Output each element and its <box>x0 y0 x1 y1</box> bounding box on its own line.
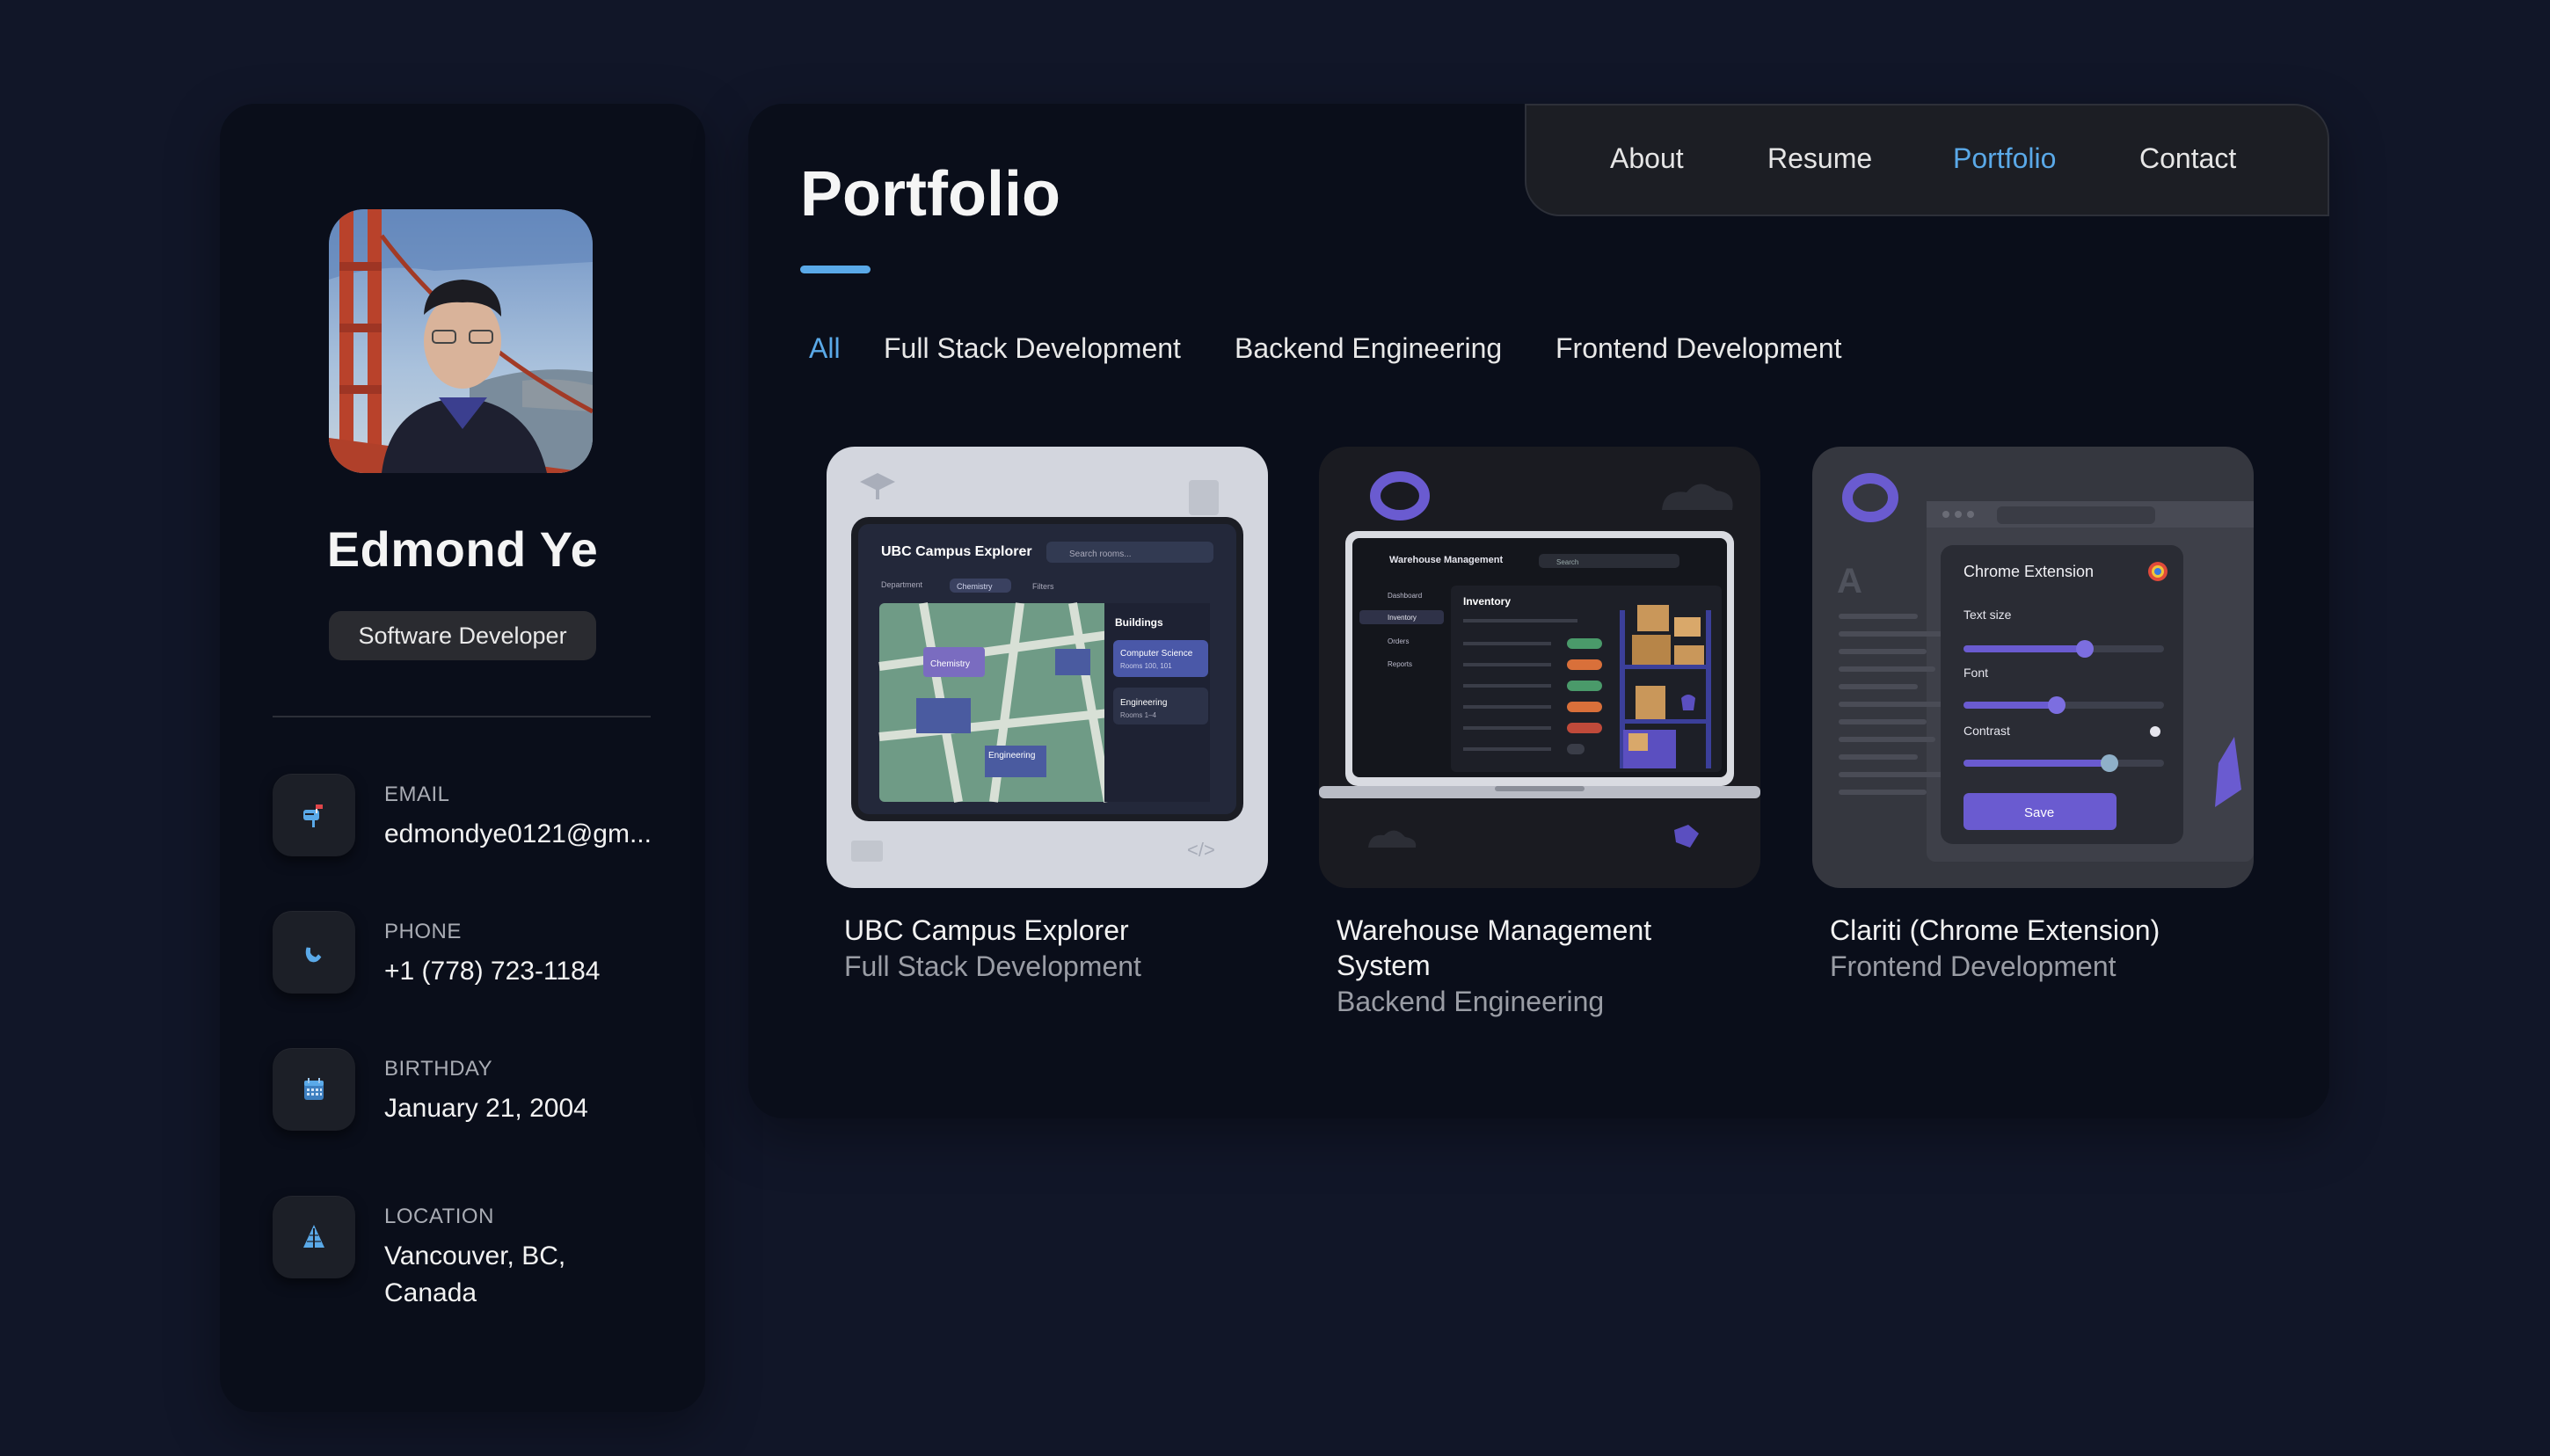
nav-portfolio[interactable]: Portfolio <box>1953 142 2056 175</box>
project-card-clariti[interactable]: A Chrome Extension Text size Font Contra… <box>1812 447 2254 985</box>
thumb-s2: Font <box>1964 666 1988 680</box>
svg-text:A: A <box>1837 562 1862 601</box>
phone-icon <box>273 911 355 994</box>
contact-value: Vancouver, BC, Canada <box>384 1241 566 1307</box>
profile-sidebar: Edmond Ye Software Developer EMAIL edmon… <box>220 104 705 1412</box>
title-underline <box>800 266 871 273</box>
thumb-search: Search <box>1556 558 1578 566</box>
thumb-panel-title: Buildings <box>1115 616 1163 629</box>
project-thumbnail[interactable]: </> UBC Campus Explorer Search rooms... … <box>827 447 1268 888</box>
portfolio-card: About Resume Portfolio Contact Portfolio… <box>748 104 2329 1118</box>
calendar-icon <box>273 1048 355 1131</box>
project-thumbnail[interactable]: Warehouse Management Search Dashboard In… <box>1319 447 1760 888</box>
thumb-nav3: Orders <box>1388 637 1409 645</box>
project-title: Warehouse Management System <box>1337 914 1652 981</box>
contact-value[interactable]: +1 (778) 723-1184 <box>384 953 648 990</box>
filter-all[interactable]: All <box>809 332 841 365</box>
thumb-s1: Text size <box>1964 608 2012 622</box>
profile-name: Edmond Ye <box>326 521 599 577</box>
project-title: Clariti (Chrome Extension) <box>1830 914 2160 946</box>
avatar <box>329 209 593 473</box>
thumb-map-label1: Chemistry <box>930 659 970 669</box>
profile-title-badge: Software Developer <box>329 611 596 660</box>
project-card-warehouse[interactable]: Warehouse Management Search Dashboard In… <box>1319 447 1760 1020</box>
thumb-b1-sub: Rooms 100, 101 <box>1120 662 1172 670</box>
project-category: Full Stack Development <box>844 950 1141 982</box>
project-title: UBC Campus Explorer <box>844 914 1129 946</box>
project-card-ubc[interactable]: </> UBC Campus Explorer Search rooms... … <box>827 447 1268 985</box>
thumb-table-title: Inventory <box>1463 595 1511 608</box>
thumb-button: Save <box>2024 805 2054 820</box>
location-icon <box>273 1196 355 1278</box>
filter-full-stack[interactable]: Full Stack Development <box>884 332 1181 365</box>
thumb-nav4: Reports <box>1388 660 1412 668</box>
sidebar-divider <box>273 716 651 717</box>
nav-contact[interactable]: Contact <box>2139 142 2236 175</box>
thumb-b2: Engineering <box>1120 698 1167 708</box>
contact-label: EMAIL <box>384 783 450 806</box>
thumb-s3: Contrast <box>1964 724 2010 738</box>
thumb-filters: Filters <box>1032 582 1054 591</box>
thumb-b2-sub: Rooms 1–4 <box>1120 711 1156 719</box>
contact-value[interactable]: edmondye0121@gm... <box>384 816 652 853</box>
contact-label: BIRTHDAY <box>384 1057 493 1081</box>
thumb-panel-title: Chrome Extension <box>1964 563 2094 580</box>
top-navbar: About Resume Portfolio Contact <box>1525 104 2329 216</box>
page: Edmond Ye Software Developer EMAIL edmon… <box>0 0 2550 1456</box>
contact-value: January 21, 2004 <box>384 1094 588 1123</box>
contact-label: LOCATION <box>384 1205 494 1228</box>
nav-about[interactable]: About <box>1610 142 1684 175</box>
thumb-nav2: Inventory <box>1388 614 1417 622</box>
avatar-photo <box>329 209 593 473</box>
page-title: Portfolio <box>800 159 1060 229</box>
thumb-dept: Department <box>881 580 923 589</box>
project-category: Frontend Development <box>1830 950 2116 982</box>
thumb-chip: Chemistry <box>957 582 993 591</box>
thumb-map-label2: Engineering <box>988 751 1035 761</box>
thumb-search: Search rooms... <box>1069 550 1132 559</box>
thumb-app-title: Warehouse Management <box>1389 555 1504 565</box>
mailbox-icon <box>273 774 355 856</box>
thumb-app-title: UBC Campus Explorer <box>881 544 1032 559</box>
nav-resume[interactable]: Resume <box>1767 142 1872 175</box>
contact-label: PHONE <box>384 920 462 943</box>
svg-text:</>: </> <box>1187 839 1215 861</box>
filter-frontend[interactable]: Frontend Development <box>1556 332 1842 365</box>
project-thumbnail[interactable]: A Chrome Extension Text size Font Contra… <box>1812 447 2254 888</box>
thumb-nav1: Dashboard <box>1388 592 1422 600</box>
thumb-b1: Computer Science <box>1120 649 1193 659</box>
project-category: Backend Engineering <box>1337 986 1605 1017</box>
filter-backend[interactable]: Backend Engineering <box>1235 332 1502 365</box>
